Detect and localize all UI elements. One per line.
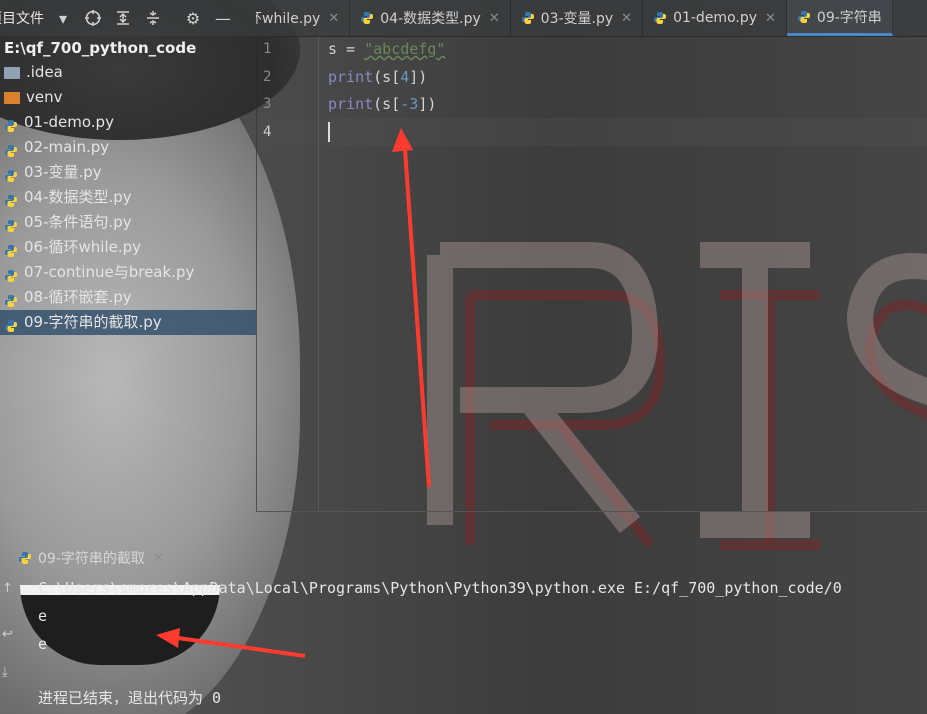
line-number: 3 xyxy=(263,96,272,112)
scroll-up-icon[interactable]: ↑ xyxy=(2,581,18,597)
project-tree: E:\qf_700_python_code .idea venv 01-demo… xyxy=(0,36,256,346)
gear-icon[interactable]: ⚙ xyxy=(182,7,204,29)
tree-item-venv[interactable]: venv xyxy=(0,85,256,110)
python-file-icon xyxy=(360,11,374,25)
close-icon[interactable]: ✕ xyxy=(765,11,776,26)
tab-label: 01-demo.py xyxy=(673,10,758,26)
python-file-icon xyxy=(4,116,18,132)
python-file-icon xyxy=(653,11,667,25)
tree-item-file[interactable]: 02-main.py xyxy=(0,135,256,160)
scroll-to-end-icon[interactable]: ⤓ xyxy=(2,665,18,681)
run-console-output[interactable]: C:\Users\smores\AppData\Local\Programs\P… xyxy=(38,574,927,707)
line-number: 1 xyxy=(263,41,272,57)
expand-all-icon[interactable] xyxy=(112,7,134,29)
tree-item-file[interactable]: 06-循环while.py xyxy=(0,235,256,260)
tree-item-file[interactable]: 04-数据类型.py xyxy=(0,185,256,210)
code-token: ]) xyxy=(418,95,437,113)
run-tool-window-header: 09-字符串的截取 ✕ xyxy=(0,543,927,573)
builtin-function: print xyxy=(328,95,374,113)
console-output-line: e xyxy=(38,607,48,625)
tree-item-file[interactable]: 01-demo.py xyxy=(0,110,256,135)
builtin-function: print xyxy=(328,67,374,86)
tab-label: 循环while.py xyxy=(256,11,321,27)
code-token: ]) xyxy=(409,67,428,86)
editor-tab-bar: 循环while.py ✕ 04-数据类型.py ✕ 03-变量.py ✕ 01-dem… xyxy=(256,0,927,37)
tree-item-label: venv xyxy=(26,88,63,106)
background-watermark xyxy=(427,242,927,550)
python-file-icon xyxy=(18,551,32,565)
tree-item-label: 02-main.py xyxy=(24,138,110,156)
locate-icon[interactable] xyxy=(82,7,104,29)
python-file-icon xyxy=(4,241,18,257)
soft-wrap-icon[interactable]: ↩ xyxy=(2,627,18,643)
tree-item-selected[interactable]: 09-字符串的截取.py xyxy=(0,310,256,335)
editor-bottom-border xyxy=(256,511,927,512)
tab-03-variables[interactable]: 03-变量.py ✕ xyxy=(511,0,644,36)
console-command-line: C:\Users\smores\AppData\Local\Programs\P… xyxy=(38,579,842,597)
tree-root[interactable]: E:\qf_700_python_code xyxy=(0,36,256,60)
tree-item-label: .idea xyxy=(26,63,63,81)
python-file-icon xyxy=(4,191,18,207)
tree-item-label: 05-条件语句.py xyxy=(24,213,132,231)
tree-item-label: 08-循环嵌套.py xyxy=(24,288,132,306)
tree-item-label: 01-demo.py xyxy=(24,113,114,131)
string-literal: "abcdefg" xyxy=(364,40,446,58)
code-line-2: print(s[4]) xyxy=(328,64,927,92)
close-icon[interactable]: ✕ xyxy=(328,11,339,26)
run-side-toolbar: ↑ ↩ ⤓ xyxy=(0,573,20,714)
python-file-icon xyxy=(4,141,18,157)
tab-01-demo[interactable]: 01-demo.py ✕ xyxy=(643,0,787,36)
project-view-selector[interactable]: 项目文件 xyxy=(0,8,44,28)
text-cursor xyxy=(328,122,330,142)
tree-item-idea[interactable]: .idea xyxy=(0,60,256,85)
tab-06-while[interactable]: 循环while.py ✕ xyxy=(256,0,351,36)
project-toolbar: 项目文件 ▾ ⚙ — xyxy=(0,0,256,36)
code-line-1: s = "abcdefg" xyxy=(328,36,927,64)
close-icon[interactable]: ✕ xyxy=(153,551,164,566)
console-exit-message: 进程已结束，退出代码为 0 xyxy=(38,689,222,707)
code-editor[interactable]: s = "abcdefg" print(s[4]) print(s[-3]) xyxy=(328,36,927,146)
python-file-icon xyxy=(4,316,18,332)
tab-04-data-types[interactable]: 04-数据类型.py ✕ xyxy=(350,0,511,36)
line-number: 2 xyxy=(263,68,272,85)
line-number-gutter: 1 2 3 4 xyxy=(256,36,302,511)
chevron-down-icon[interactable]: ▾ xyxy=(52,7,74,29)
indent-guide xyxy=(318,36,319,511)
python-file-icon xyxy=(4,166,18,182)
line-number: 4 xyxy=(263,123,272,140)
tab-09-string-slicing[interactable]: 09-字符串 xyxy=(786,0,893,36)
code-token: s = xyxy=(328,40,365,58)
code-line-3: print(s[-3]) xyxy=(328,91,927,119)
python-file-icon xyxy=(4,216,18,232)
python-file-icon xyxy=(521,11,535,25)
tree-item-label: 06-循环while.py xyxy=(24,238,142,256)
python-file-icon xyxy=(797,10,811,24)
tree-item-label: 09-字符串的截取.py xyxy=(24,313,162,331)
tree-item-file[interactable]: 03-变量.py xyxy=(0,160,256,185)
tree-item-file[interactable]: 05-条件语句.py xyxy=(0,210,256,235)
tree-item-file[interactable]: 08-循环嵌套.py xyxy=(0,285,256,310)
tree-item-label: 07-continue与break.py xyxy=(24,263,195,281)
tree-item-file[interactable]: 07-continue与break.py xyxy=(0,260,256,285)
code-token: (s[ xyxy=(373,95,401,113)
minimize-icon[interactable]: — xyxy=(212,7,234,29)
number-literal: -3 xyxy=(400,95,419,113)
code-token: (s[ xyxy=(373,67,401,86)
collapse-all-icon[interactable] xyxy=(142,7,164,29)
python-file-icon xyxy=(4,266,18,282)
python-file-icon xyxy=(4,291,18,307)
excluded-folder-icon xyxy=(4,91,20,104)
code-line-4 xyxy=(328,119,927,147)
tree-item-label: 03-变量.py xyxy=(24,163,102,181)
tree-item-label: 04-数据类型.py xyxy=(24,188,132,206)
run-tab-label[interactable]: 09-字符串的截取 xyxy=(38,548,145,568)
close-icon[interactable]: ✕ xyxy=(621,11,632,26)
tab-label: 03-变量.py xyxy=(540,11,614,27)
console-output-line: e xyxy=(38,635,48,653)
folder-icon xyxy=(4,66,20,79)
tab-label: 09-字符串 xyxy=(816,9,882,26)
tab-label: 04-数据类型.py xyxy=(380,11,481,27)
number-literal: 4 xyxy=(400,67,410,86)
close-icon[interactable]: ✕ xyxy=(489,11,500,26)
